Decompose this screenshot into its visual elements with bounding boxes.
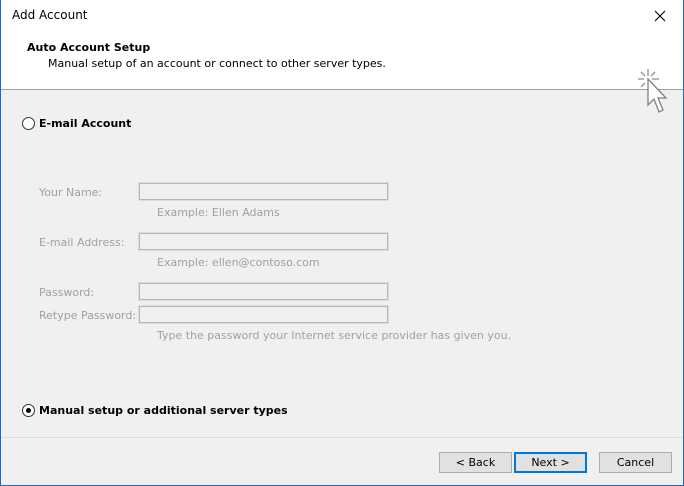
manual-setup-radio-circle[interactable]	[22, 404, 35, 417]
header-title: Auto Account Setup	[27, 41, 151, 54]
your-name-label: Your Name:	[39, 186, 103, 199]
email-account-radio[interactable]: E-mail Account	[22, 117, 131, 130]
your-name-hint: Example: Ellen Adams	[157, 206, 280, 219]
retype-password-label: Retype Password:	[39, 309, 137, 322]
back-button[interactable]: < Back	[439, 452, 512, 473]
close-icon	[654, 10, 666, 21]
email-address-label: E-mail Address:	[39, 236, 125, 249]
setup-header: Auto Account Setup Manual setup of an ac…	[1, 31, 683, 113]
header-subtitle: Manual setup of an account or connect to…	[48, 57, 386, 70]
password-hint: Type the password your Internet service …	[157, 329, 512, 342]
close-button[interactable]	[637, 0, 683, 31]
add-account-dialog: Add Account Auto Account Setup Manual se…	[0, 0, 684, 486]
email-address-hint: Example: ellen@contoso.com	[157, 256, 320, 269]
password-label: Password:	[39, 286, 95, 299]
cancel-button[interactable]: Cancel	[599, 452, 672, 473]
email-address-field[interactable]	[138, 232, 389, 251]
footer-divider	[1, 437, 683, 438]
password-field[interactable]	[138, 282, 389, 301]
email-account-label: E-mail Account	[39, 117, 132, 130]
email-account-radio-circle[interactable]	[22, 117, 35, 130]
cursor-click-icon	[638, 69, 668, 113]
your-name-field[interactable]	[138, 182, 389, 201]
manual-setup-radio[interactable]: Manual setup or additional server types	[22, 404, 288, 417]
title-bar: Add Account	[1, 0, 683, 31]
manual-setup-label: Manual setup or additional server types	[39, 404, 288, 417]
next-button[interactable]: Next >	[514, 452, 587, 473]
retype-password-field[interactable]	[138, 305, 389, 324]
window-title: Add Account	[12, 8, 88, 22]
